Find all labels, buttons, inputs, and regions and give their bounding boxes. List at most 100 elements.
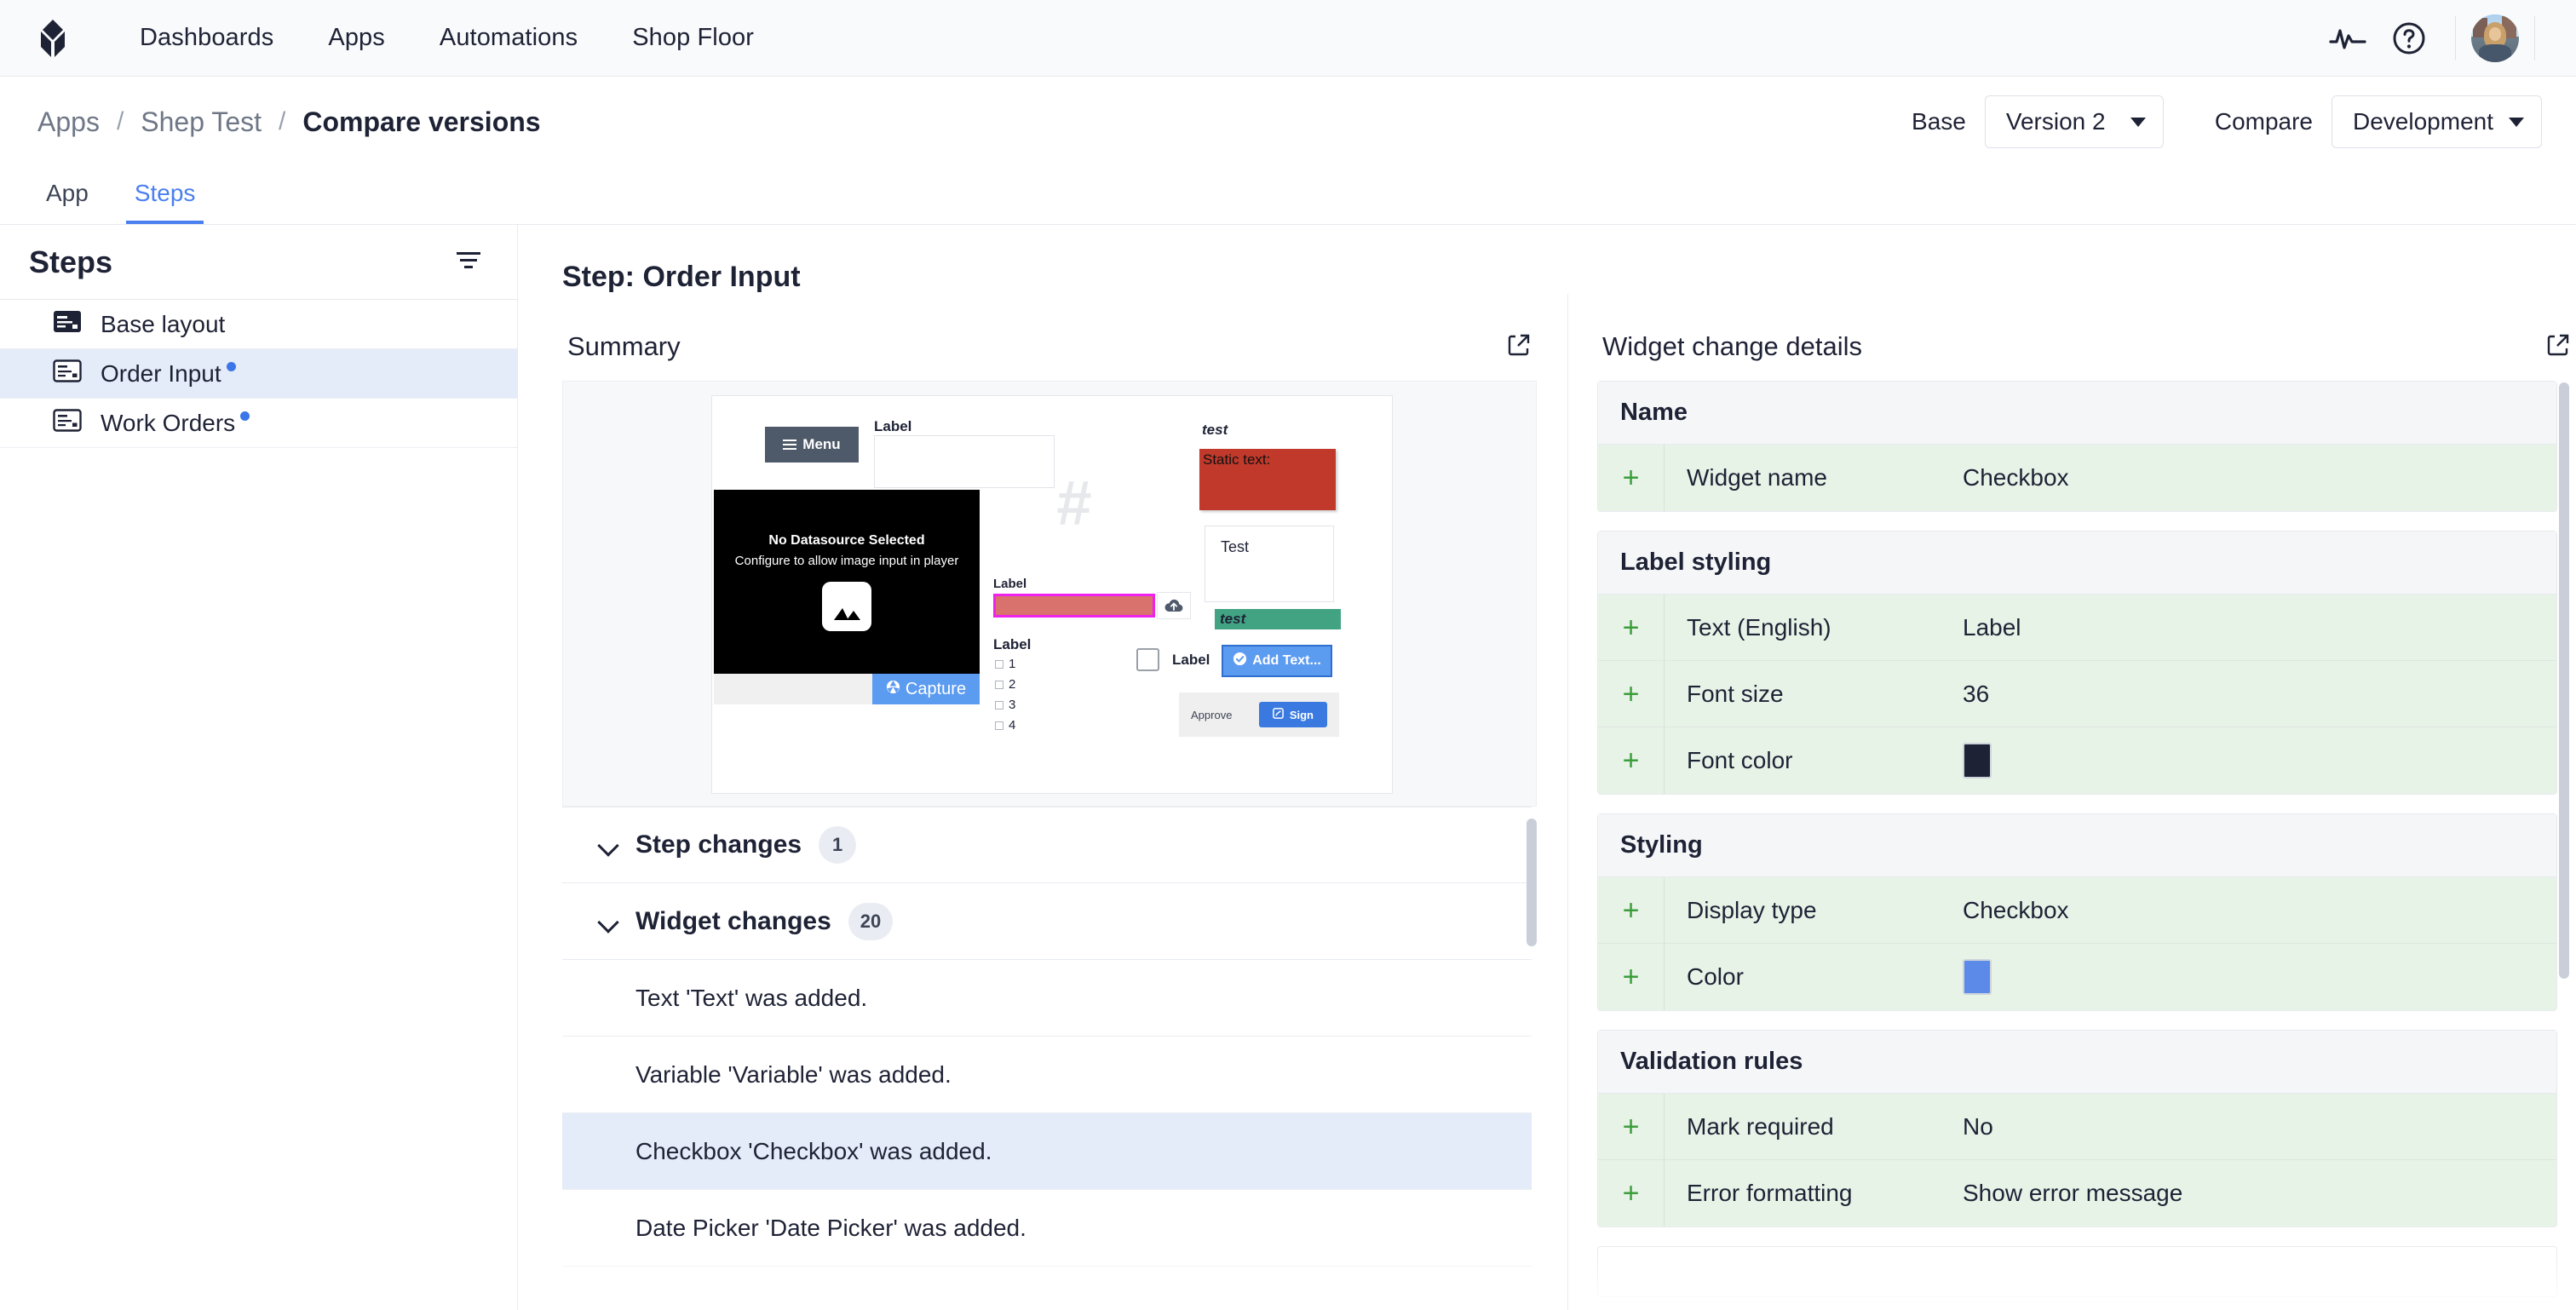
accordion-widget-changes[interactable]: Widget changes 20 — [562, 883, 1532, 960]
preview-checkbox-option-label: 1 — [1009, 657, 1016, 671]
compare-version-select[interactable]: Development — [2332, 95, 2542, 148]
details-scrollbar[interactable] — [2559, 382, 2569, 979]
sidebar-item-label: Order Input — [101, 359, 221, 387]
detail-row[interactable]: + Mark required No — [1598, 1094, 2556, 1160]
panels-row: Summary Menu Label No Datasource Selecte… — [518, 294, 2576, 1310]
checkbox-icon-3 — [995, 700, 1003, 710]
preview-capture-label: Capture — [905, 679, 967, 698]
detail-group-validation-rules: Validation rules + Mark required No + Er… — [1597, 1030, 2557, 1227]
detail-row-key: Font size — [1687, 680, 1784, 707]
nav-link-dashboards[interactable]: Dashboards — [112, 24, 301, 52]
details-header: Widget change details — [1597, 294, 2576, 381]
page-tabs: App Steps — [0, 167, 2576, 225]
detail-row-value — [1963, 743, 1992, 779]
added-marker-icon: + — [1598, 727, 1665, 794]
detail-row-key: Text (English) — [1687, 613, 1831, 641]
sidebar-header: Steps — [0, 225, 517, 300]
main-content: Step: Order Input Summary Menu Label No … — [518, 225, 2576, 1310]
preview-pink-field — [993, 594, 1155, 618]
detail-group-label-styling: Label styling + Text (English) Label + F… — [1597, 531, 2557, 795]
added-marker-icon: + — [1598, 595, 1665, 660]
breadcrumb-separator: / — [116, 107, 124, 135]
activity-pulse-icon[interactable] — [2317, 8, 2378, 69]
preview-checkbox-group-label: Label — [993, 636, 1032, 652]
nav-link-apps[interactable]: Apps — [301, 24, 412, 52]
detail-row-value: 36 — [1963, 680, 1990, 707]
chevron-down-icon-2 — [2509, 117, 2524, 127]
detail-row-value: Show error message — [1963, 1180, 2183, 1206]
base-label: Base — [1912, 108, 1966, 135]
base-version-select[interactable]: Version 2 — [1984, 95, 2164, 148]
hamburger-icon — [783, 437, 797, 452]
preview-checkbox-option-4: 4 — [995, 718, 1015, 733]
filter-icon[interactable] — [454, 248, 483, 276]
accordion-widget-changes-count: 20 — [848, 902, 894, 940]
preview-sign-button: Sign — [1258, 702, 1327, 727]
changes-scrollbar[interactable] — [1527, 819, 1537, 946]
change-list-item[interactable]: Date Picker 'Date Picker' was added. — [562, 1190, 1532, 1267]
breadcrumb-bar: Apps / Shep Test / Compare versions Base… — [0, 77, 2576, 167]
breadcrumb-separator-2: / — [279, 107, 286, 135]
tulip-logo[interactable] — [31, 16, 75, 60]
detail-row[interactable]: + Text (English) Label — [1598, 595, 2556, 661]
changes-list-container: Step changes 1 Widget changes 20 Text 'T… — [562, 807, 1537, 1310]
nav-link-shop-floor[interactable]: Shop Floor — [605, 24, 781, 52]
sidebar-item-base-layout[interactable]: Base layout — [0, 300, 517, 349]
help-circle-icon[interactable] — [2378, 8, 2440, 69]
detail-row-color[interactable]: + Color — [1598, 944, 2556, 1010]
accordion-step-changes[interactable]: Step changes 1 — [562, 807, 1532, 883]
detail-row-font-color[interactable]: + Font color — [1598, 727, 2556, 794]
sidebar-item-order-input[interactable]: Order Input — [0, 349, 517, 399]
detail-group-heading-4: Validation rules — [1598, 1031, 2556, 1094]
breadcrumb-item-compare-versions: Compare versions — [302, 106, 541, 137]
external-link-icon[interactable] — [1506, 332, 1532, 362]
detail-row[interactable]: + Font size 36 — [1598, 661, 2556, 727]
preview-menu-label: Menu — [802, 436, 841, 452]
accordion-widget-changes-label: Widget changes — [635, 906, 831, 935]
preview-label-top: Label — [874, 418, 912, 434]
nav-divider — [2455, 16, 2456, 60]
summary-title: Summary — [567, 331, 681, 361]
detail-group-heading-3: Styling — [1598, 814, 2556, 877]
detail-row[interactable]: + Display type Checkbox — [1598, 877, 2556, 944]
preview-camera-title: No Datasource Selected — [768, 532, 925, 548]
change-list-item-selected[interactable]: Checkbox 'Checkbox' was added. — [562, 1113, 1532, 1190]
details-scroll-area: Name + Widget name Checkbox Label stylin… — [1597, 381, 2576, 1310]
added-marker-icon: + — [1598, 445, 1665, 511]
breadcrumb-item-apps[interactable]: Apps — [37, 106, 100, 138]
detail-row[interactable]: + Error formatting Show error message — [1598, 1160, 2556, 1227]
external-link-icon-details[interactable] — [2545, 332, 2571, 362]
sidebar-item-label-wrap-3: Work Orders — [101, 410, 250, 437]
accordion-step-changes-count: 1 — [819, 826, 857, 864]
summary-panel: Summary Menu Label No Datasource Selecte… — [562, 294, 1567, 1310]
added-marker-icon: + — [1598, 661, 1665, 727]
sidebar-item-work-orders[interactable]: Work Orders — [0, 399, 517, 448]
step-filled-icon — [53, 310, 82, 339]
changed-dot-icon-2 — [240, 411, 250, 421]
summary-header: Summary — [562, 294, 1537, 381]
change-list-item[interactable]: Variable 'Variable' was added. — [562, 1037, 1532, 1113]
added-marker-icon: + — [1598, 1094, 1665, 1159]
nav-divider-right — [2534, 16, 2535, 60]
step-preview[interactable]: Menu Label No Datasource Selected Config… — [562, 381, 1537, 807]
compare-version-value: Development — [2353, 108, 2493, 135]
tab-steps[interactable]: Steps — [125, 180, 204, 224]
tab-app[interactable]: App — [37, 180, 97, 224]
breadcrumb-item-shep-test[interactable]: Shep Test — [141, 106, 262, 138]
detail-group-name: Name + Widget name Checkbox — [1597, 381, 2557, 512]
preview-menu-button: Menu — [765, 427, 859, 463]
preview-add-text-label: Add Text... — [1252, 653, 1321, 668]
nav-link-automations[interactable]: Automations — [412, 24, 605, 52]
user-avatar[interactable] — [2471, 14, 2519, 62]
preview-green-test: test — [1215, 609, 1341, 629]
detail-row-value: Label — [1963, 613, 2021, 641]
detail-row-key: Font color — [1687, 747, 1793, 773]
sidebar-item-label: Base layout — [101, 310, 226, 337]
preview-approve-label: Approve — [1191, 708, 1233, 721]
preview-checkbox-option-2: 2 — [995, 677, 1015, 692]
chevron-down-icon-step-changes — [600, 836, 618, 854]
preview-camera-widget: No Datasource Selected Configure to allo… — [714, 490, 980, 674]
change-list-item[interactable]: Text 'Text' was added. — [562, 960, 1532, 1037]
detail-row[interactable]: + Widget name Checkbox — [1598, 445, 2556, 511]
preview-checkbox-option-label-4: 4 — [1009, 718, 1016, 733]
